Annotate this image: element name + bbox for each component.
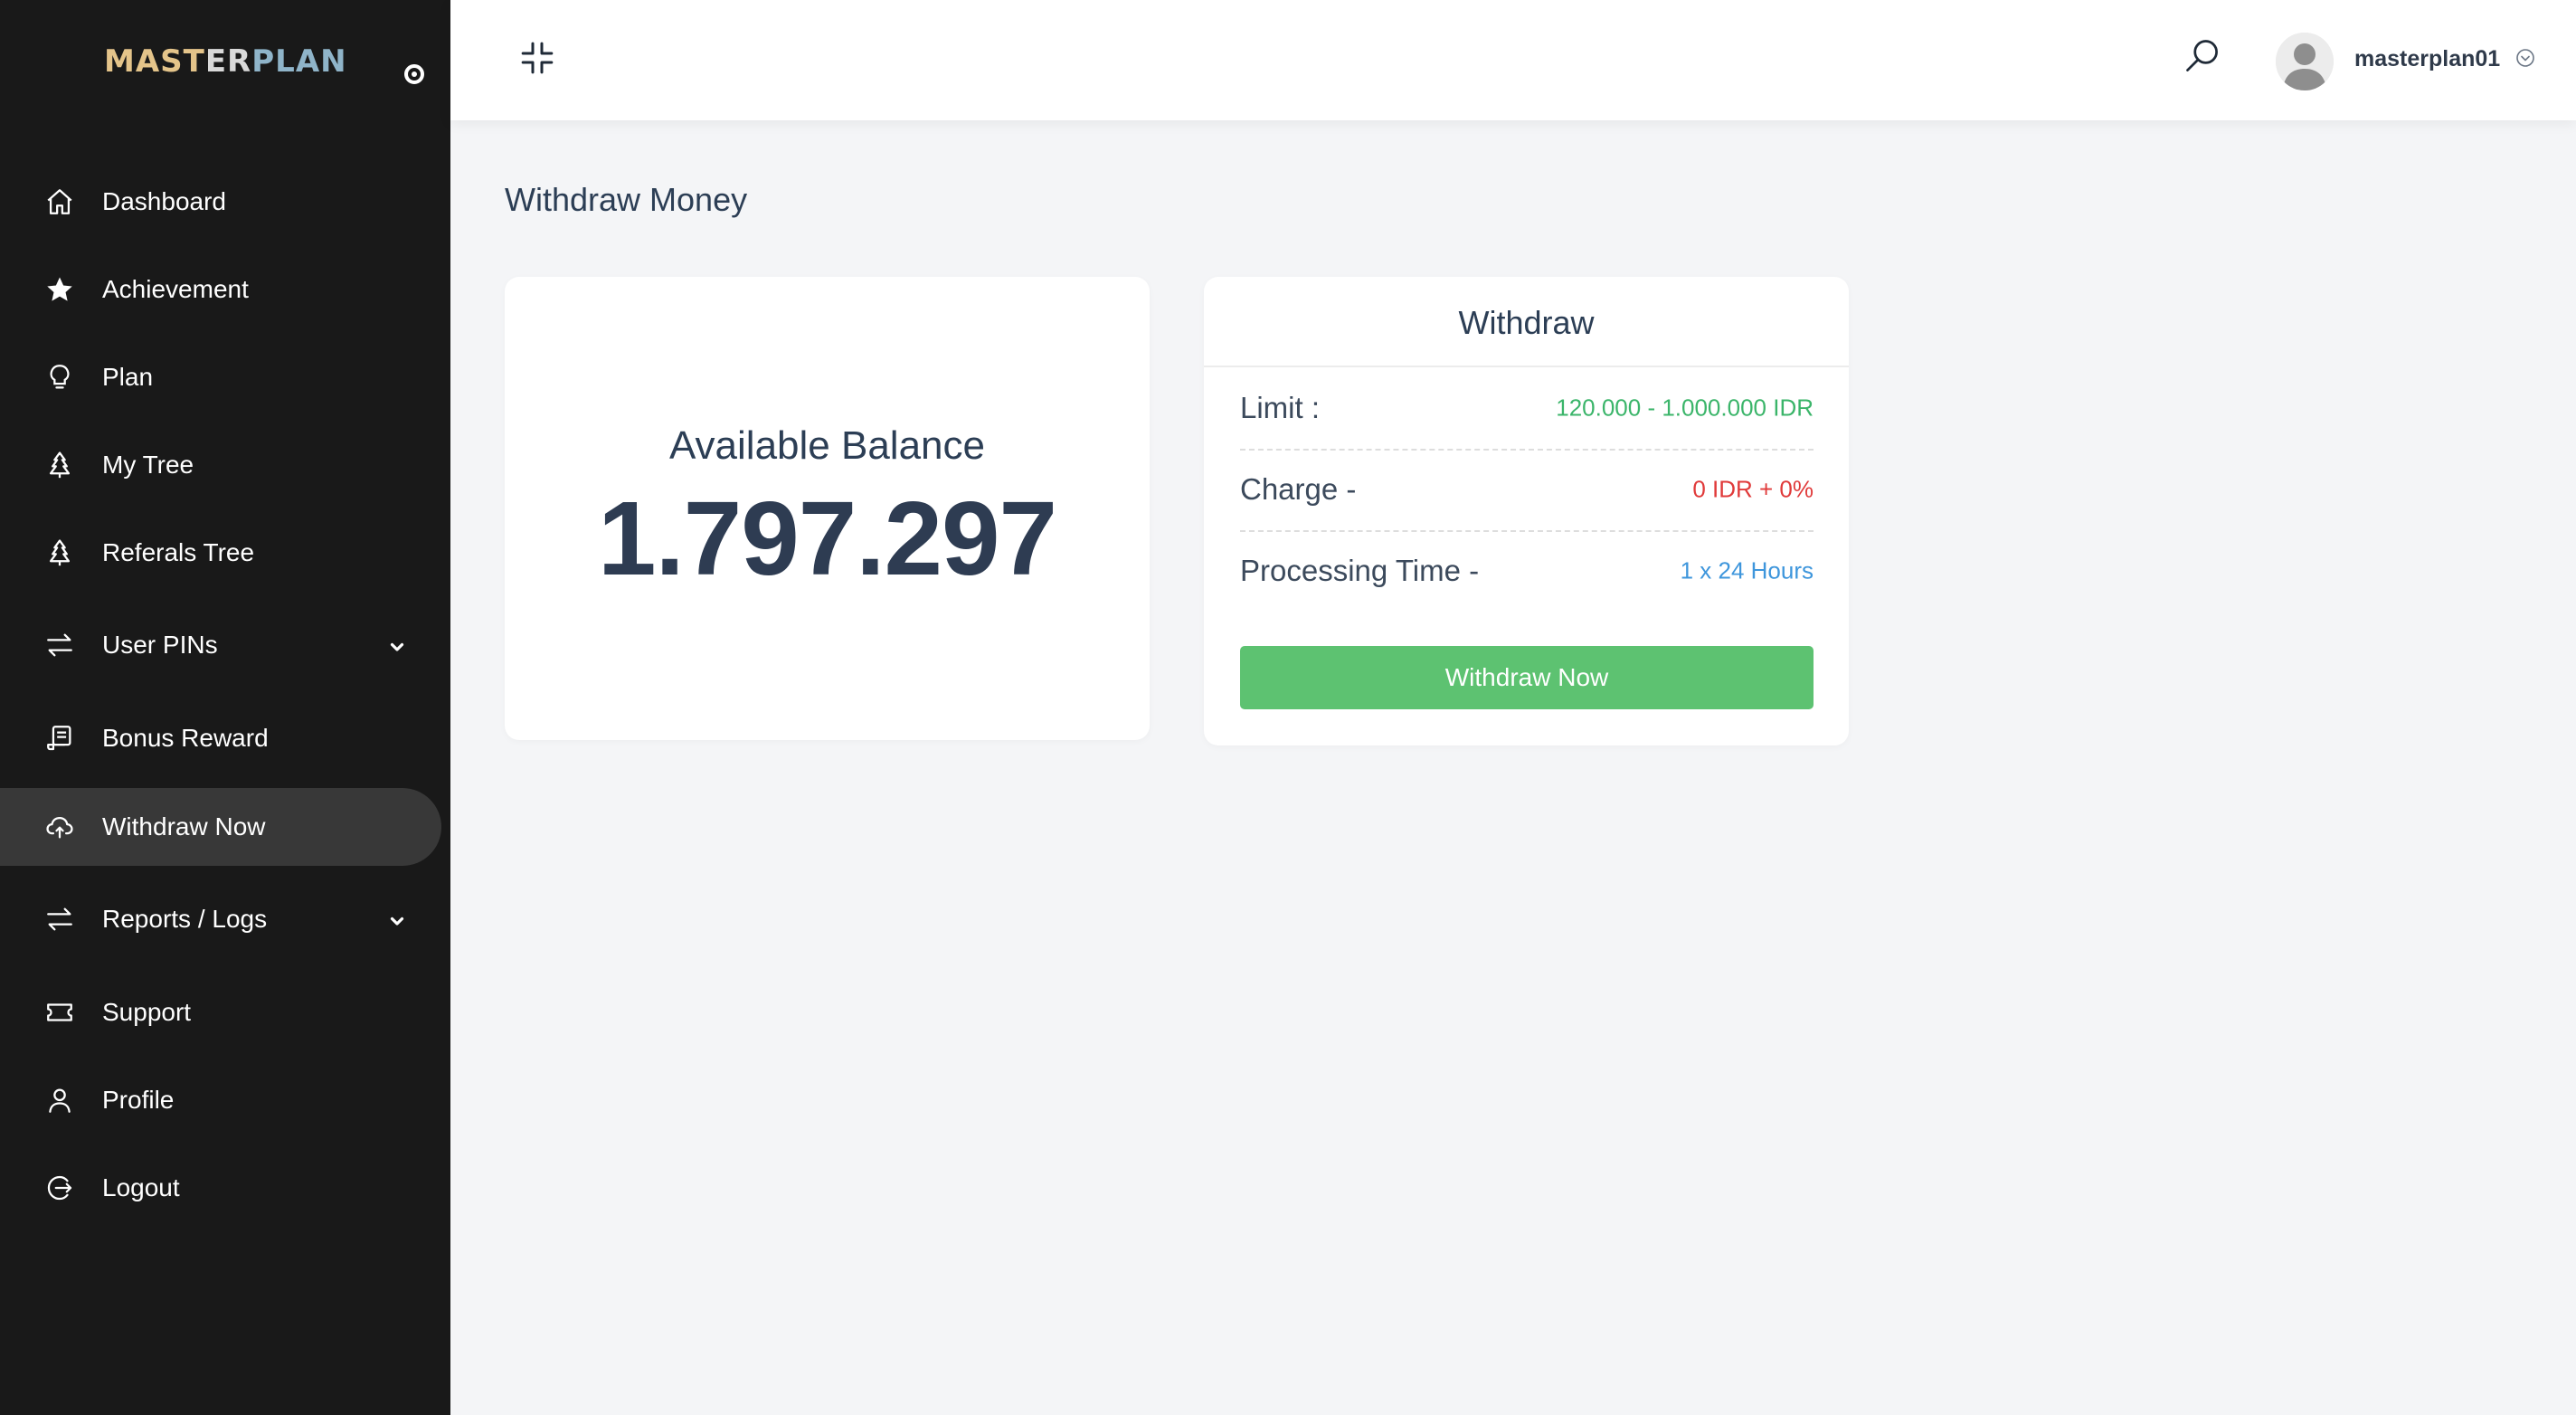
username-label[interactable]: masterplan01 [2354, 46, 2500, 72]
withdraw-card-header: Withdraw [1204, 277, 1849, 367]
chevron-down-icon[interactable] [387, 637, 407, 657]
limit-label: Limit : [1240, 391, 1321, 424]
charge-label: Charge - [1240, 472, 1357, 506]
brand-text-2: ER [204, 43, 252, 80]
sidebar-item-label: Logout [102, 1173, 180, 1201]
home-icon [43, 185, 76, 218]
sidebar-item-label: Achievement [102, 275, 249, 303]
sidebar-item-bonus-reward[interactable]: Bonus Reward [0, 699, 441, 777]
sidebar: MASTERPLAN Dashboard Achievement Plan My… [0, 0, 450, 1415]
sidebar-item-referals-tree[interactable]: Referals Tree [0, 514, 441, 592]
tree-icon [43, 449, 76, 481]
logout-icon [43, 1172, 76, 1204]
user-menu-chevron-icon[interactable] [2514, 47, 2536, 69]
user-icon [43, 1084, 76, 1116]
chevron-down-icon[interactable] [387, 911, 407, 931]
sidebar-item-label: My Tree [102, 451, 194, 479]
sidebar-item-user-pins[interactable]: User PINs [0, 606, 441, 684]
sidebar-item-label: Support [102, 998, 192, 1026]
avatar[interactable] [2276, 33, 2334, 90]
sidebar-item-my-tree[interactable]: My Tree [0, 426, 441, 504]
search-icon[interactable] [2183, 36, 2222, 76]
transfer-icon [43, 903, 76, 935]
sidebar-item-support[interactable]: Support [0, 973, 441, 1051]
sidebar-item-withdraw-now[interactable]: Withdraw Now [0, 788, 441, 866]
processing-time-value: 1 x 24 Hours [1680, 556, 1814, 584]
sidebar-item-label: Plan [102, 363, 154, 391]
processing-time-label: Processing Time - [1240, 554, 1480, 587]
user-silhouette-icon [2276, 33, 2334, 90]
sidebar-item-reports-logs[interactable]: Reports / Logs [0, 880, 441, 958]
sidebar-item-label: Profile [102, 1086, 175, 1114]
balance-card: Available Balance 1.797.297 [505, 277, 1150, 740]
sidebar-item-dashboard[interactable]: Dashboard [0, 163, 441, 241]
top-bar [450, 0, 2576, 120]
withdraw-processing-row: Processing Time - 1 x 24 Hours [1240, 530, 1814, 612]
receipt-icon [43, 722, 76, 755]
sidebar-item-label: Referals Tree [102, 538, 255, 566]
withdraw-card: Withdraw Limit : 120.000 - 1.000.000 IDR… [1204, 277, 1849, 745]
sidebar-item-label: User PINs [102, 631, 218, 659]
sidebar-item-label: Reports / Logs [102, 905, 268, 933]
sidebar-toggle-icon[interactable] [404, 64, 424, 84]
sidebar-item-plan[interactable]: Plan [0, 338, 441, 416]
compress-icon[interactable] [519, 40, 555, 76]
cloud-upload-icon [43, 811, 76, 843]
withdraw-charge-row: Charge - 0 IDR + 0% [1240, 449, 1814, 532]
withdraw-limit-row: Limit : 120.000 - 1.000.000 IDR [1240, 367, 1814, 451]
brand-logo[interactable]: MASTERPLAN [104, 43, 347, 80]
transfer-icon [43, 629, 76, 661]
sidebar-item-label: Withdraw Now [102, 812, 266, 840]
balance-label: Available Balance [669, 423, 985, 468]
brand-text-1: MAST [104, 43, 205, 80]
sidebar-item-achievement[interactable]: Achievement [0, 251, 441, 328]
brand-text-3: PLAN [251, 43, 347, 80]
withdraw-now-button[interactable]: Withdraw Now [1240, 646, 1814, 709]
sidebar-item-label: Dashboard [102, 187, 226, 215]
sidebar-item-label: Bonus Reward [102, 724, 269, 752]
withdraw-card-title: Withdraw [1458, 304, 1595, 341]
lightbulb-icon [43, 361, 76, 394]
sidebar-item-logout[interactable]: Logout [0, 1149, 441, 1227]
page-title: Withdraw Money [505, 181, 748, 218]
star-icon [43, 273, 76, 306]
sidebar-item-profile[interactable]: Profile [0, 1061, 441, 1139]
charge-value: 0 IDR + 0% [1692, 475, 1814, 503]
ticket-icon [43, 996, 76, 1029]
balance-value: 1.797.297 [597, 480, 1057, 597]
limit-value: 120.000 - 1.000.000 IDR [1556, 394, 1814, 422]
tree-icon [43, 537, 76, 569]
